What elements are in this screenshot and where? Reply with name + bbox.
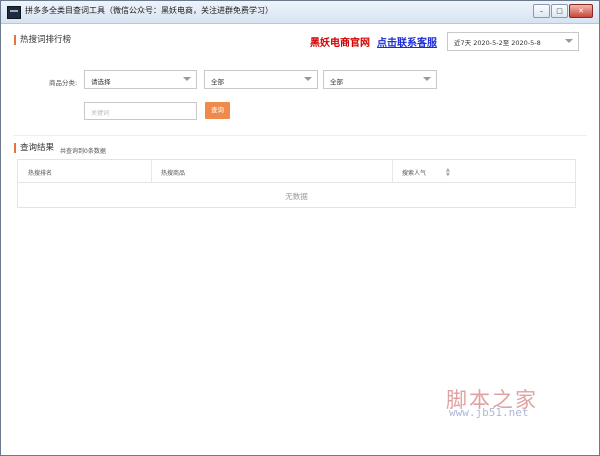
category-label: 商品分类: <box>49 79 78 87</box>
column-product[interactable]: 热搜商品 <box>161 168 185 177</box>
table-header: 热搜排名 热搜商品 搜索人气 ▲ ▼ <box>18 160 575 183</box>
keyword-input[interactable]: 关键词 <box>84 102 197 120</box>
chevron-down-icon <box>304 77 312 81</box>
results-summary: 共查询到0条数据 <box>60 148 106 155</box>
chevron-down-icon <box>565 39 573 43</box>
official-site-link[interactable]: 黑妖电商官网 <box>310 34 370 49</box>
category-select-2-value: 全部 <box>211 78 224 86</box>
results-title: 查询结果 <box>14 143 54 153</box>
app-icon <box>7 6 21 19</box>
category-select-3-value: 全部 <box>330 78 343 86</box>
chevron-down-icon <box>183 77 191 81</box>
title-bar[interactable]: 拼多多全类目查词工具（微信公众号：黑妖电商，关注进群免费学习） – □ ✕ <box>1 1 599 24</box>
empty-message: 无数据 <box>285 192 308 201</box>
contact-service-link[interactable]: 点击联系客服 <box>377 34 437 49</box>
category-select-3[interactable]: 全部 <box>323 70 437 89</box>
maximize-button[interactable]: □ <box>551 4 568 18</box>
category-select-1-value: 请选择 <box>91 78 111 86</box>
column-separator <box>151 160 152 182</box>
close-button[interactable]: ✕ <box>569 4 593 18</box>
minimize-button[interactable]: – <box>533 4 550 18</box>
chevron-down-icon <box>423 77 431 81</box>
keyword-placeholder: 关键词 <box>91 110 110 117</box>
hot-search-title: 热搜词排行榜 <box>14 35 71 45</box>
search-button[interactable]: 查询 <box>205 102 230 119</box>
date-range-value: 近7天 2020-5-2至 2020-5-8 <box>454 39 541 47</box>
window-title: 拼多多全类目查词工具（微信公众号：黑妖电商，关注进群免费学习） <box>25 6 273 15</box>
column-separator <box>392 160 393 182</box>
date-range-select[interactable]: 近7天 2020-5-2至 2020-5-8 <box>447 32 579 51</box>
category-select-1[interactable]: 请选择 <box>84 70 197 89</box>
column-popularity[interactable]: 搜索人气 <box>402 168 426 177</box>
window-controls: – □ ✕ <box>533 4 593 18</box>
watermark-site-url: www.jb51.net <box>449 406 529 419</box>
category-select-2[interactable]: 全部 <box>204 70 318 89</box>
column-rank[interactable]: 热搜排名 <box>28 168 52 177</box>
sort-icon[interactable]: ▲ ▼ <box>446 168 450 178</box>
app-window: 拼多多全类目查词工具（微信公众号：黑妖电商，关注进群免费学习） – □ ✕ 热搜… <box>0 0 600 456</box>
section-divider <box>13 135 587 136</box>
results-table: 热搜排名 热搜商品 搜索人气 ▲ ▼ 无数据 <box>17 159 576 208</box>
